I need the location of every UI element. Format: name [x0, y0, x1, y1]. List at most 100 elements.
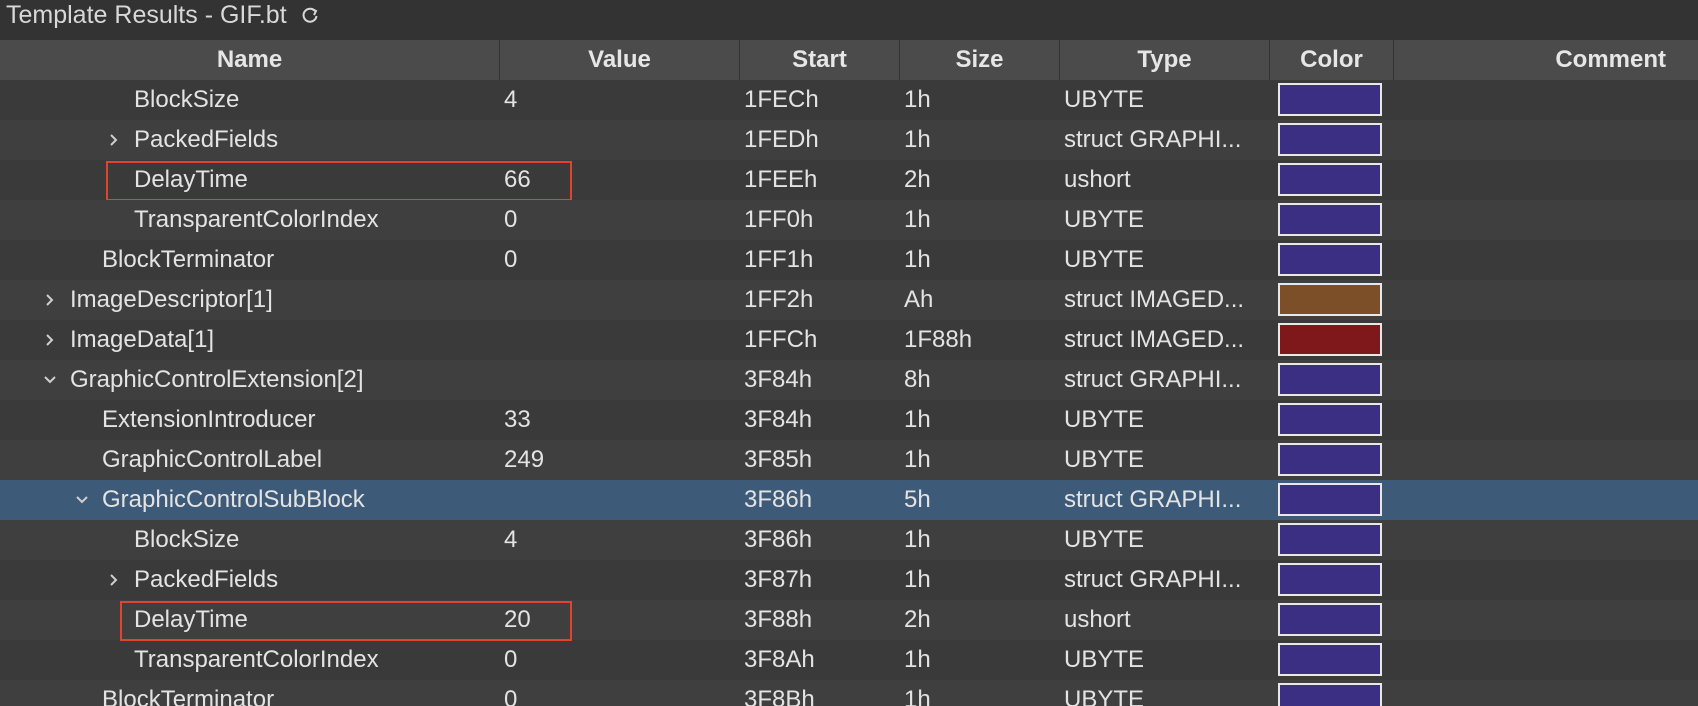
table-row[interactable]: BlockTerminator 0 1FF1h 1h UBYTE	[0, 240, 1698, 280]
table-row[interactable]: PackedFields 1FEDh 1h struct GRAPHI...	[0, 120, 1698, 160]
column-header-color[interactable]: Color	[1270, 40, 1394, 80]
table-row[interactable]: GraphicControlLabel 249 3F85h 1h UBYTE	[0, 440, 1698, 480]
table-row[interactable]: GraphicControlSubBlock 3F86h 5h struct GRAP…	[0, 480, 1698, 520]
color-swatch[interactable]	[1278, 283, 1382, 316]
row-size: 1h	[904, 526, 931, 553]
template-results-titlebar: Template Results - GIF.bt	[0, 0, 1698, 30]
row-size: 1h	[904, 86, 931, 113]
color-swatch[interactable]	[1278, 83, 1382, 116]
column-header-type[interactable]: Type	[1060, 40, 1270, 80]
row-name-cell: TransparentColorIndex	[134, 200, 379, 240]
row-start: 3F84h	[744, 406, 813, 433]
row-name-cell: BlockSize	[134, 520, 239, 560]
table-row[interactable]: TransparentColorIndex 0 3F8Ah 1h UBYTE	[0, 640, 1698, 680]
chevron-down-icon[interactable]	[40, 370, 60, 390]
row-start: 1FF0h	[744, 206, 814, 233]
row-name: TransparentColorIndex	[134, 646, 379, 673]
column-header-size[interactable]: Size	[900, 40, 1060, 80]
column-header-start[interactable]: Start	[740, 40, 900, 80]
row-start: 3F85h	[744, 446, 813, 473]
color-swatch[interactable]	[1278, 363, 1382, 396]
chevron-right-icon[interactable]	[104, 130, 124, 150]
row-start: 3F8Bh	[744, 686, 815, 706]
row-type: struct IMAGED...	[1064, 286, 1245, 313]
row-size: 2h	[904, 166, 931, 193]
color-swatch[interactable]	[1278, 523, 1382, 556]
color-swatch[interactable]	[1278, 203, 1382, 236]
table-row[interactable]: PackedFields 3F87h 1h struct GRAPHI...	[0, 560, 1698, 600]
row-type: struct GRAPHI...	[1064, 126, 1242, 153]
row-name-cell: DelayTime	[134, 160, 248, 200]
row-size: 5h	[904, 486, 931, 513]
row-value: 66	[504, 166, 531, 193]
table-body: BlockSize 4 1FECh 1h UBYTE PackedFields 1FEDh 1…	[0, 80, 1698, 706]
table-row[interactable]: GraphicControlExtension[2] 3F84h 8h struct …	[0, 360, 1698, 400]
table-row[interactable]: DelayTime 20 3F88h 2h ushort	[0, 600, 1698, 641]
row-name-cell: ExtensionIntroducer	[102, 400, 315, 440]
table-row[interactable]: DelayTime 66 1FEEh 2h ushort	[0, 160, 1698, 201]
table-row[interactable]: BlockTerminator 0 3F8Bh 1h UBYTE	[0, 680, 1698, 706]
color-swatch[interactable]	[1278, 123, 1382, 156]
row-type: UBYTE	[1064, 86, 1145, 113]
chevron-right-icon[interactable]	[40, 290, 60, 310]
table-row[interactable]: BlockSize 4 3F86h 1h UBYTE	[0, 520, 1698, 560]
row-name: TransparentColorIndex	[134, 206, 379, 233]
refresh-icon[interactable]	[299, 4, 321, 26]
color-swatch[interactable]	[1278, 163, 1382, 196]
color-swatch[interactable]	[1278, 483, 1382, 516]
row-type: ushort	[1064, 606, 1131, 633]
row-name: PackedFields	[134, 126, 279, 153]
row-type: UBYTE	[1064, 406, 1145, 433]
table-row[interactable]: ImageData[1] 1FFCh 1F88h struct IMAGED...	[0, 320, 1698, 360]
row-value	[504, 560, 734, 600]
row-size: 1h	[904, 246, 931, 273]
table-row[interactable]: BlockSize 4 1FECh 1h UBYTE	[0, 80, 1698, 120]
row-name-cell: BlockTerminator	[102, 680, 274, 706]
column-header-name[interactable]: Name	[0, 40, 500, 80]
row-size: 1h	[904, 646, 931, 673]
color-swatch[interactable]	[1278, 643, 1382, 676]
row-name: BlockSize	[134, 526, 240, 553]
row-value	[504, 360, 734, 400]
row-size: 2h	[904, 606, 931, 633]
panel-title: Template Results - GIF.bt	[6, 0, 287, 29]
chevron-right-icon[interactable]	[40, 330, 60, 350]
color-swatch[interactable]	[1278, 243, 1382, 276]
row-name: BlockSize	[134, 86, 240, 113]
color-swatch[interactable]	[1278, 443, 1382, 476]
row-size: 1h	[904, 446, 931, 473]
row-value	[504, 480, 734, 520]
color-swatch[interactable]	[1278, 403, 1382, 436]
row-name-cell: ImageDescriptor[1]	[40, 280, 273, 320]
row-start: 3F86h	[744, 526, 813, 553]
row-name-cell: BlockSize	[134, 80, 239, 120]
table-row[interactable]: ImageDescriptor[1] 1FF2h Ah struct IMAGED..…	[0, 280, 1698, 320]
row-size: 1F88h	[904, 326, 973, 353]
chevron-right-icon[interactable]	[104, 570, 124, 590]
color-swatch[interactable]	[1278, 323, 1382, 356]
column-header-comment[interactable]: Comment	[1394, 40, 1698, 80]
row-name-cell: PackedFields	[104, 120, 278, 160]
row-start: 3F86h	[744, 486, 813, 513]
row-name-cell: GraphicControlLabel	[102, 440, 322, 480]
color-swatch[interactable]	[1278, 563, 1382, 596]
template-results-table[interactable]: Name Value Start Size Type Color Comment…	[0, 40, 1698, 706]
row-start: 3F88h	[744, 606, 813, 633]
row-name-cell: ImageData[1]	[40, 320, 214, 360]
table-row[interactable]: ExtensionIntroducer 33 3F84h 1h UBYTE	[0, 400, 1698, 440]
row-start: 3F87h	[744, 566, 813, 593]
row-name-cell: TransparentColorIndex	[134, 640, 379, 680]
column-header-value[interactable]: Value	[500, 40, 740, 80]
color-swatch[interactable]	[1278, 603, 1382, 636]
chevron-down-icon[interactable]	[72, 490, 92, 510]
row-value: 4	[504, 86, 518, 113]
row-size: 1h	[904, 406, 931, 433]
color-swatch[interactable]	[1278, 683, 1382, 706]
row-type: ushort	[1064, 166, 1131, 193]
row-type: UBYTE	[1064, 446, 1145, 473]
row-name: DelayTime	[134, 166, 248, 193]
row-name: BlockTerminator	[102, 246, 275, 273]
table-row[interactable]: TransparentColorIndex 0 1FF0h 1h UBYTE	[0, 200, 1698, 240]
row-name-cell: DelayTime	[134, 600, 248, 640]
row-value	[504, 280, 734, 320]
